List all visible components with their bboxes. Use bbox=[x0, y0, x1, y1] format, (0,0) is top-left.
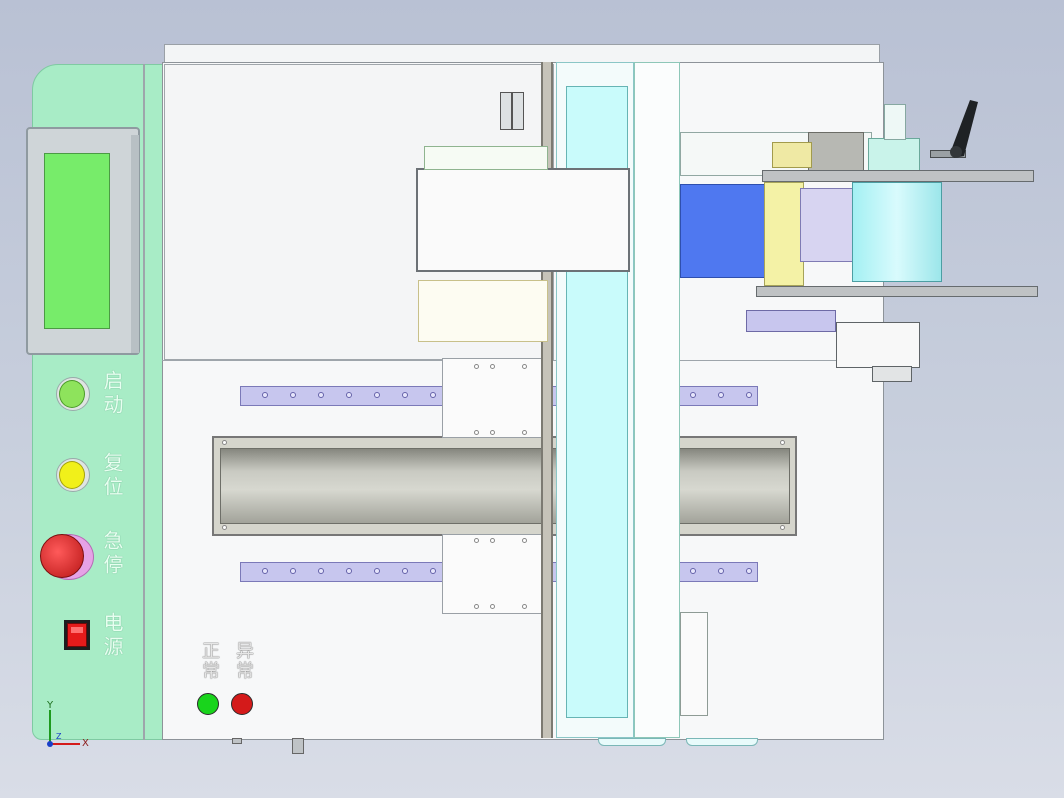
slider-screw bbox=[490, 364, 495, 369]
roll-shaft bbox=[884, 104, 906, 140]
power-switch-highlight bbox=[71, 627, 83, 633]
axis-z-label: Z bbox=[56, 732, 62, 741]
rail-bolt bbox=[346, 568, 352, 574]
slider-screw bbox=[474, 604, 479, 609]
rail-bolt bbox=[746, 392, 752, 398]
slider-screw bbox=[474, 538, 479, 543]
yellow-bracket bbox=[764, 182, 804, 286]
sensor-right bbox=[512, 92, 524, 130]
bottom-bracket bbox=[680, 612, 708, 716]
axis-x-label: X bbox=[82, 738, 89, 749]
abnormal-label: 异常 bbox=[233, 641, 254, 681]
slider-screw bbox=[490, 604, 495, 609]
carriage-foot bbox=[598, 738, 666, 746]
print-head-housing bbox=[416, 168, 630, 272]
rail-bolt bbox=[262, 392, 268, 398]
rail-bolt bbox=[690, 392, 696, 398]
estop-label: 急停 bbox=[100, 530, 124, 578]
slider-block-lower bbox=[442, 534, 542, 614]
foot bbox=[232, 738, 242, 744]
tension-clamp bbox=[872, 366, 912, 382]
normal-indicator-light bbox=[197, 693, 219, 715]
slider-screw bbox=[522, 604, 527, 609]
normal-label: 正常 bbox=[199, 641, 220, 681]
rail-bolt bbox=[718, 568, 724, 574]
slider-screw bbox=[490, 538, 495, 543]
slider-screw bbox=[490, 430, 495, 435]
rail-bolt bbox=[346, 392, 352, 398]
rail-bolt bbox=[690, 568, 696, 574]
pressing-roller bbox=[220, 448, 790, 524]
frame-screw bbox=[780, 525, 785, 530]
head-mount-bracket bbox=[424, 146, 548, 170]
roll-flange-upper bbox=[762, 170, 1034, 182]
slider-screw bbox=[522, 430, 527, 435]
power-label: 电源 bbox=[100, 612, 124, 660]
guide-plate-right bbox=[634, 62, 680, 738]
hmi-side-bezel bbox=[131, 135, 139, 353]
label-guide-block bbox=[418, 280, 548, 342]
rail-bolt bbox=[402, 392, 408, 398]
hmi-logo-icon bbox=[33, 215, 41, 263]
frame-screw bbox=[222, 440, 227, 445]
rail-bolt bbox=[746, 568, 752, 574]
machine-top-plate bbox=[164, 44, 880, 64]
slider-screw bbox=[474, 430, 479, 435]
rail-bolt bbox=[374, 392, 380, 398]
rail-bolt bbox=[430, 568, 436, 574]
rail-bolt bbox=[374, 568, 380, 574]
label-roll bbox=[852, 182, 942, 282]
slider-screw bbox=[474, 364, 479, 369]
abnormal-indicator-light bbox=[231, 693, 253, 715]
frame-screw bbox=[222, 525, 227, 530]
purple-base-plate bbox=[746, 310, 836, 332]
start-button[interactable] bbox=[59, 380, 85, 408]
conveyor-belt bbox=[680, 184, 766, 278]
motor-coupling bbox=[772, 142, 812, 168]
slider-block-upper bbox=[442, 358, 542, 438]
slider-screw bbox=[522, 538, 527, 543]
slider-screw bbox=[522, 364, 527, 369]
rail-bolt bbox=[318, 392, 324, 398]
rail-bolt bbox=[430, 392, 436, 398]
frame-screw bbox=[780, 440, 785, 445]
adjust-lever-handle-icon[interactable] bbox=[940, 96, 984, 166]
reset-button[interactable] bbox=[59, 461, 85, 489]
start-label: 启动 bbox=[100, 370, 124, 418]
sensor-left bbox=[500, 92, 512, 130]
rail-bolt bbox=[290, 568, 296, 574]
purple-mount bbox=[800, 188, 854, 262]
rail-bolt bbox=[402, 568, 408, 574]
rail-bolt bbox=[290, 392, 296, 398]
roll-flange-lower bbox=[756, 286, 1038, 297]
rail-bolt bbox=[318, 568, 324, 574]
tension-block bbox=[836, 322, 920, 368]
hmi-touchscreen[interactable] bbox=[44, 153, 110, 329]
axis-y-label: Y bbox=[47, 700, 54, 711]
carriage-foot bbox=[686, 738, 758, 746]
rail-bolt bbox=[262, 568, 268, 574]
reset-label: 复位 bbox=[100, 452, 124, 500]
panel-divider bbox=[143, 64, 145, 740]
foot bbox=[292, 738, 304, 754]
rail-bolt bbox=[718, 392, 724, 398]
estop-button[interactable] bbox=[40, 534, 84, 578]
